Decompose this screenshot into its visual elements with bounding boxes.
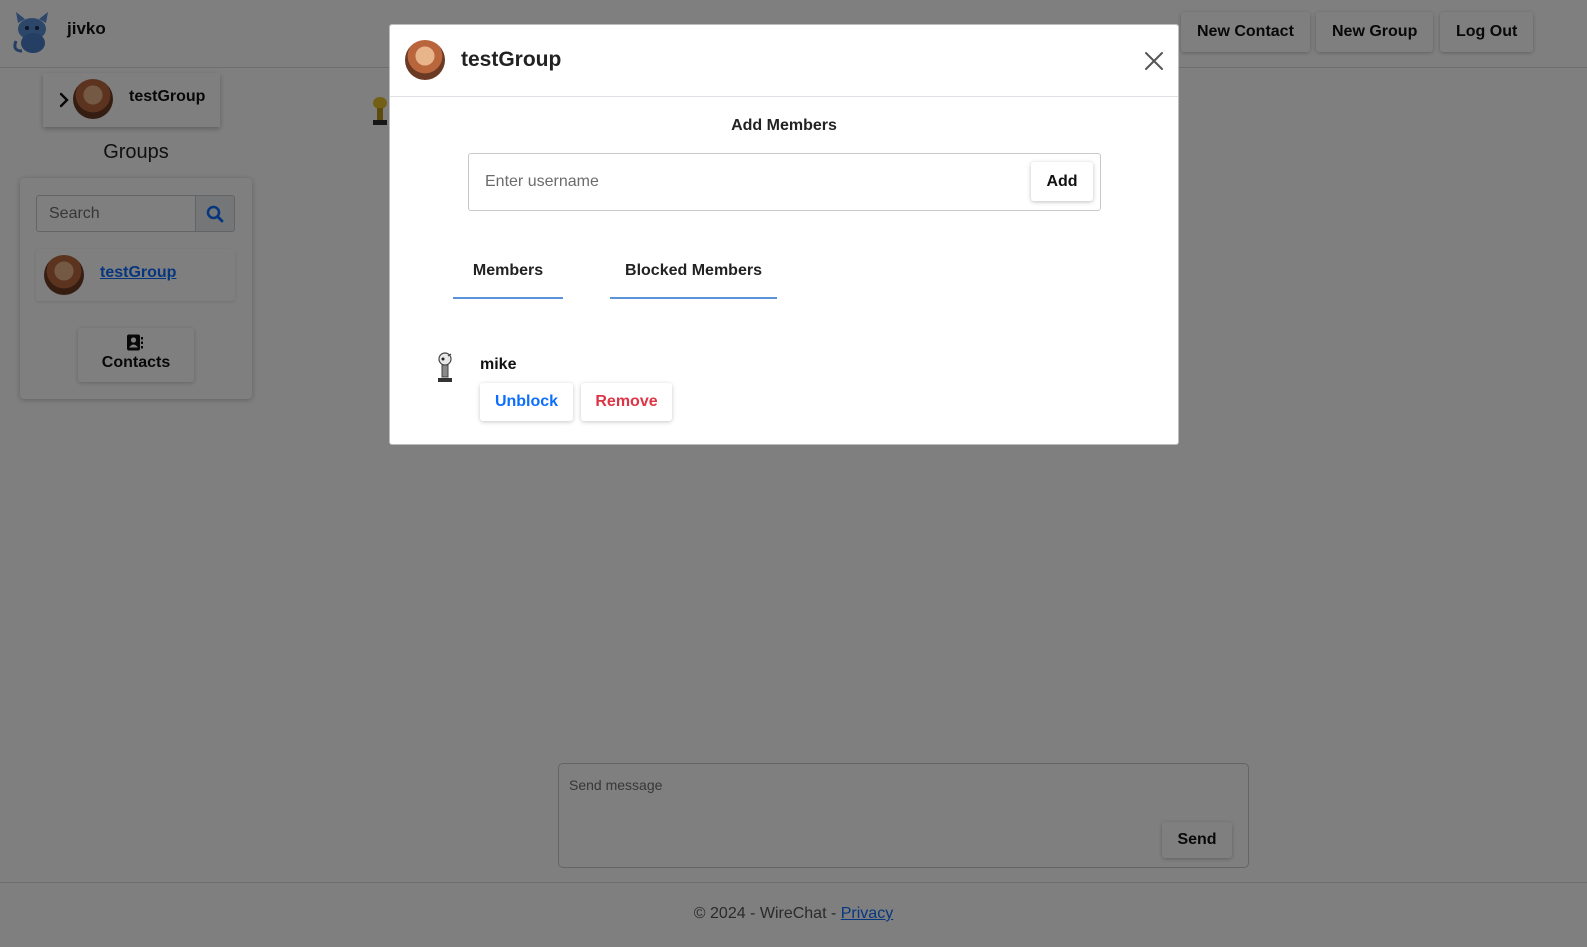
- modal-title: testGroup: [461, 48, 562, 71]
- add-member-button[interactable]: Add: [1031, 162, 1093, 201]
- close-icon[interactable]: [1142, 49, 1166, 73]
- group-avatar: [405, 40, 445, 80]
- group-settings-modal: testGroup Add Members Add Members Blocke…: [389, 24, 1179, 445]
- add-members-heading: Add Members: [731, 117, 837, 134]
- blocked-member-name: mike: [480, 356, 517, 373]
- add-member-form: Add: [468, 153, 1101, 211]
- remove-button[interactable]: Remove: [581, 383, 672, 421]
- tab-blocked-members[interactable]: Blocked Members: [610, 253, 777, 299]
- modal-header: testGroup: [390, 25, 1178, 97]
- username-input[interactable]: [469, 154, 1019, 210]
- unblock-button[interactable]: Unblock: [480, 383, 573, 421]
- member-avatar-icon: [438, 352, 452, 382]
- tab-members[interactable]: Members: [453, 253, 563, 299]
